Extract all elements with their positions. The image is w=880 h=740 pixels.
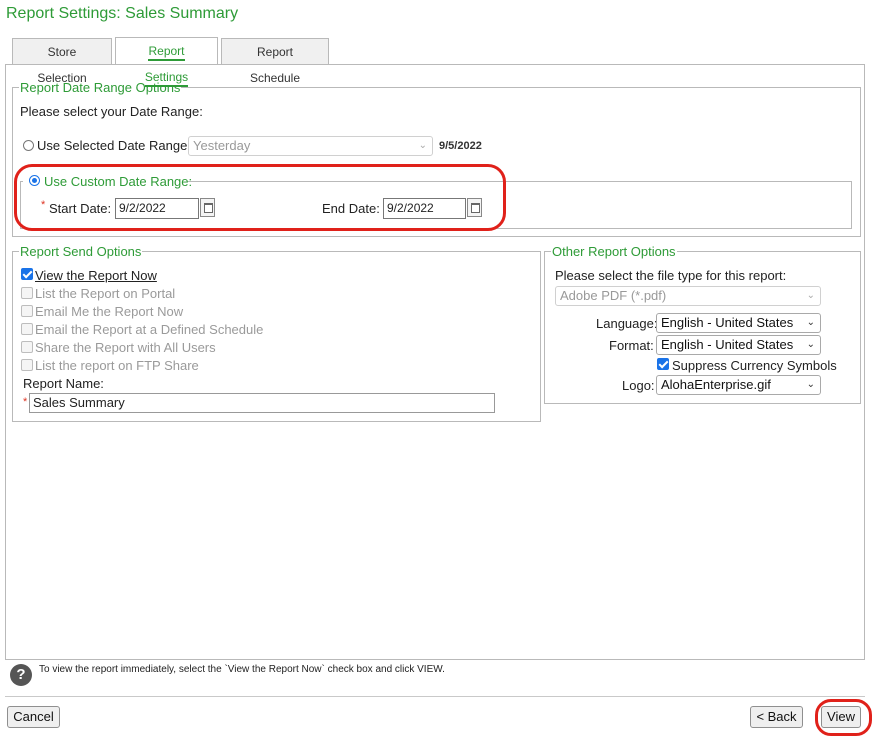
view-report-now-label[interactable]: View the Report Now	[35, 268, 157, 283]
chevron-down-icon: ⌄	[806, 379, 815, 390]
email-me-now-label: Email Me the Report Now	[35, 304, 184, 319]
question-icon: ?	[10, 664, 32, 686]
language-select[interactable]: English - United States ⌄	[656, 313, 821, 333]
logo-select[interactable]: AlohaEnterprise.gif ⌄	[656, 375, 821, 395]
date-range-select-value: Yesterday	[193, 138, 251, 153]
required-marker: *	[23, 396, 28, 408]
suppress-currency-label: Suppress Currency Symbols	[672, 358, 837, 373]
ftp-share-label: List the report on FTP Share	[35, 358, 199, 373]
selected-date-display: 9/5/2022	[439, 140, 482, 152]
date-range-select[interactable]: Yesterday ⌄	[188, 136, 433, 156]
highlight-ring-custom-date	[14, 164, 506, 231]
share-all-users-checkbox[interactable]	[21, 341, 33, 353]
email-me-now-checkbox[interactable]	[21, 305, 33, 317]
report-name-label: Report Name:	[23, 376, 104, 391]
format-value: English - United States	[661, 337, 794, 352]
list-on-portal-checkbox[interactable]	[21, 287, 33, 299]
logo-value: AlohaEnterprise.gif	[661, 377, 771, 392]
chevron-down-icon: ⌄	[806, 317, 815, 328]
chevron-down-icon: ⌄	[806, 290, 815, 301]
logo-label: Logo:	[622, 378, 655, 393]
chevron-down-icon: ⌄	[418, 140, 427, 151]
language-label: Language:	[596, 316, 658, 331]
selected-date-range-label: Use Selected Date Range:	[37, 138, 191, 153]
date-range-legend: Report Date Range Options	[20, 80, 181, 95]
view-report-now-checkbox[interactable]	[21, 268, 33, 280]
other-options-legend: Other Report Options	[552, 244, 676, 259]
report-name-input[interactable]: Sales Summary	[29, 393, 495, 413]
email-schedule-checkbox[interactable]	[21, 323, 33, 335]
page-title: Report Settings: Sales Summary	[6, 5, 239, 22]
file-type-value: Adobe PDF (*.pdf)	[560, 288, 667, 303]
suppress-currency-checkbox[interactable]	[657, 358, 669, 370]
file-type-prompt: Please select the file type for this rep…	[555, 268, 787, 283]
selected-date-range-radio[interactable]	[23, 140, 34, 151]
divider	[5, 696, 865, 697]
send-options-legend: Report Send Options	[20, 244, 142, 259]
ftp-share-checkbox[interactable]	[21, 359, 33, 371]
chevron-down-icon: ⌄	[806, 339, 815, 350]
tab-report-schedule[interactable]: Report Schedule	[221, 38, 329, 85]
help-text: To view the report immediately, select t…	[39, 664, 445, 675]
tab-store-selection[interactable]: Store Selection	[12, 38, 112, 85]
email-schedule-label: Email the Report at a Defined Schedule	[35, 322, 264, 337]
back-button[interactable]: < Back	[750, 706, 803, 728]
share-all-users-label: Share the Report with All Users	[35, 340, 216, 355]
file-type-select[interactable]: Adobe PDF (*.pdf) ⌄	[555, 286, 821, 306]
cancel-button[interactable]: Cancel	[7, 706, 60, 728]
list-on-portal-label: List the Report on Portal	[35, 286, 176, 301]
highlight-ring-view	[815, 699, 872, 736]
format-label: Format:	[609, 338, 654, 353]
format-select[interactable]: English - United States ⌄	[656, 335, 821, 355]
tab-report-settings[interactable]: Report Settings	[115, 37, 218, 87]
date-range-prompt: Please select your Date Range:	[20, 104, 203, 119]
language-value: English - United States	[661, 315, 794, 330]
